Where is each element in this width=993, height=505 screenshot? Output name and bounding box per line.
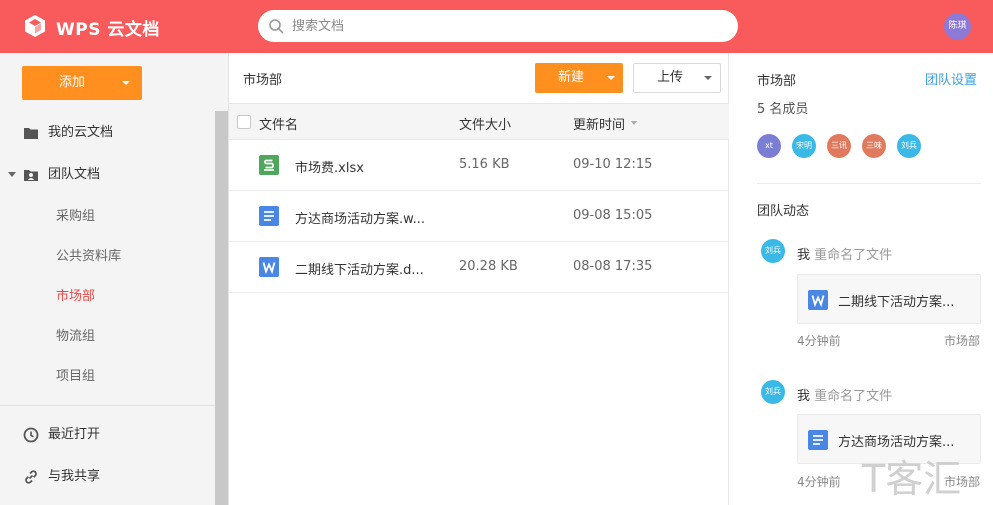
document-file-icon	[259, 206, 279, 226]
activity-avatar[interactable]: 刘兵	[761, 380, 785, 404]
sidebar-item-label: 我的云文档	[48, 125, 114, 140]
sidebar-item-recent[interactable]: 最近打开	[0, 420, 215, 450]
select-all-checkbox[interactable]	[237, 115, 251, 129]
sidebar-item-team-docs[interactable]: 团队文档	[0, 160, 215, 190]
folder-icon	[24, 128, 38, 139]
top-header: WPS 云文档 陈琪	[0, 0, 993, 53]
team-info-panel: 市场部 团队设置 5 名成员 xt 宋明 三讯 三味 刘兵 团队动态 刘兵 我 …	[741, 53, 993, 505]
sidebar-subitem-marketing[interactable]: 市场部	[56, 285, 95, 309]
sidebar-subitem-projects[interactable]: 项目组	[56, 365, 95, 389]
clock-icon	[23, 427, 39, 443]
activity-file-card[interactable]: 二期线下活动方案...	[797, 274, 981, 324]
activity-actor: 我	[797, 248, 811, 263]
add-dropdown-caret-icon[interactable]	[122, 81, 130, 85]
file-updated-time: 08-08 17:35	[573, 259, 653, 274]
add-button[interactable]: 添加	[22, 66, 142, 100]
file-updated-time: 09-10 12:15	[573, 157, 653, 172]
page-title: 市场部	[243, 73, 283, 88]
word-file-icon	[259, 257, 279, 277]
file-list-panel: 市场部 新建 上传 文件名 文件大小 更新时间 市场费.xlsx 5.16 KB…	[229, 53, 729, 505]
link-icon	[25, 470, 37, 484]
activity-action: 重命名了文件	[814, 248, 893, 263]
file-name[interactable]: 市场费.xlsx	[295, 157, 435, 176]
sidebar-item-my-docs[interactable]: 我的云文档	[0, 118, 215, 148]
activity-avatar[interactable]: 刘兵	[761, 239, 785, 263]
new-button-label: 新建	[557, 70, 584, 85]
file-name[interactable]: 方达商场活动方案.w...	[295, 208, 435, 227]
file-size: 20.28 KB	[459, 259, 518, 274]
sidebar-item-label: 与我共享	[48, 469, 101, 484]
activity-text: 我 重命名了文件	[797, 385, 892, 404]
document-file-icon	[808, 430, 828, 450]
sidebar: 添加 我的云文档 团队文档 采购组 公共资料库 市场部 物流组 项目组 最近打开	[0, 53, 229, 505]
app-title[interactable]: WPS 云文档	[56, 15, 160, 40]
team-settings-link[interactable]: 团队设置	[925, 69, 977, 88]
sidebar-scrollbar[interactable]	[215, 111, 228, 505]
sidebar-item-label: 最近打开	[48, 427, 101, 442]
column-header-size[interactable]: 文件大小	[459, 114, 511, 133]
new-button[interactable]: 新建	[535, 63, 623, 93]
column-header-name[interactable]: 文件名	[259, 114, 298, 133]
member-avatar[interactable]: 三味	[862, 134, 886, 158]
sidebar-item-label: 团队文档	[48, 167, 101, 182]
table-row[interactable]: 市场费.xlsx 5.16 KB 09-10 12:15	[229, 140, 729, 191]
activity-file-name: 二期线下活动方案...	[838, 295, 955, 310]
wps-cube-logo-icon[interactable]	[24, 14, 46, 38]
file-updated-time: 09-08 15:05	[573, 208, 653, 223]
table-header: 文件名 文件大小 更新时间	[229, 103, 729, 140]
activity-section-title: 团队动态	[757, 204, 810, 219]
spreadsheet-file-icon	[259, 155, 279, 175]
search-box[interactable]	[258, 10, 738, 42]
sidebar-subitem-public-library[interactable]: 公共资料库	[56, 245, 121, 269]
team-folder-icon	[24, 170, 38, 181]
sort-descending-icon[interactable]	[631, 121, 637, 125]
activity-action: 重命名了文件	[814, 389, 893, 404]
table-row[interactable]: 方达商场活动方案.w... 09-08 15:05	[229, 191, 729, 242]
sidebar-subitem-purchasing[interactable]: 采购组	[56, 205, 95, 229]
activity-time: 4分钟前	[797, 475, 841, 489]
file-size: 5.16 KB	[459, 157, 510, 172]
user-avatar[interactable]: 陈琪	[944, 13, 971, 40]
member-count: 5 名成员	[757, 102, 809, 117]
sidebar-divider	[0, 405, 215, 406]
watermark: T客汇	[862, 457, 962, 501]
activity-team: 市场部	[944, 334, 981, 348]
upload-button[interactable]: 上传	[633, 63, 721, 93]
expand-arrow-icon[interactable]	[8, 172, 16, 177]
search-input[interactable]	[292, 10, 722, 42]
member-avatar[interactable]: 宋明	[792, 134, 816, 158]
sidebar-item-shared[interactable]: 与我共享	[0, 462, 215, 492]
activity-actor: 我	[797, 389, 811, 404]
upload-dropdown-caret-icon[interactable]	[704, 76, 712, 80]
team-name: 市场部	[757, 74, 797, 89]
table-row[interactable]: 二期线下活动方案.d... 20.28 KB 08-08 17:35	[229, 242, 729, 293]
divider	[757, 183, 981, 184]
word-file-icon	[808, 290, 828, 310]
column-header-time[interactable]: 更新时间	[573, 114, 625, 133]
search-icon	[269, 19, 284, 34]
upload-button-label: 上传	[656, 70, 683, 85]
member-avatar[interactable]: 刘兵	[897, 134, 921, 158]
member-avatar[interactable]: 三讯	[827, 134, 851, 158]
new-dropdown-caret-icon[interactable]	[607, 76, 615, 80]
sidebar-subitem-logistics[interactable]: 物流组	[56, 325, 95, 349]
activity-time: 4分钟前	[797, 334, 841, 348]
activity-text: 我 重命名了文件	[797, 244, 892, 263]
file-name[interactable]: 二期线下活动方案.d...	[295, 259, 435, 278]
member-avatar[interactable]: xt	[757, 134, 781, 158]
add-button-label: 添加	[58, 75, 85, 90]
